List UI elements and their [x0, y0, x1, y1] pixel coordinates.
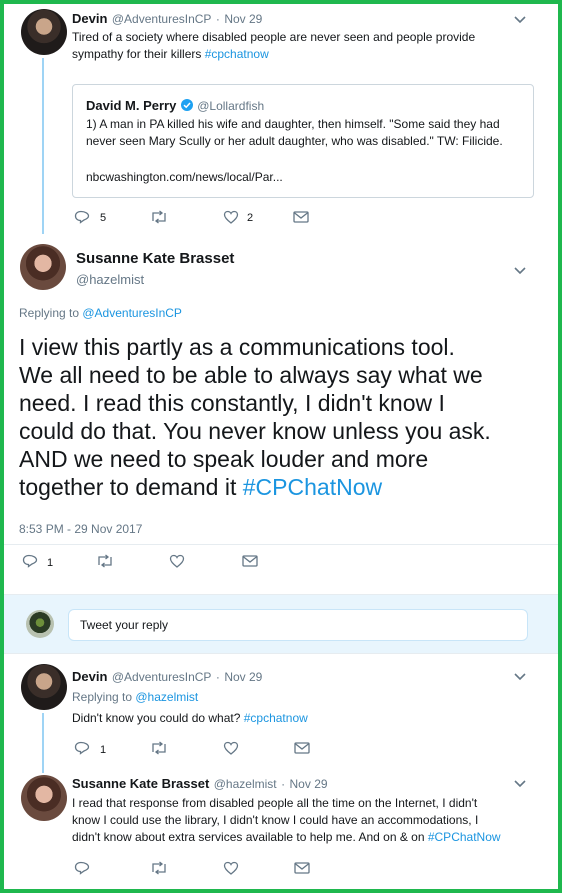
direct-message-icon[interactable] [294, 742, 310, 754]
tweet-header: Devin @AdventuresInCP · Nov 29 [72, 668, 262, 686]
tweet-date[interactable]: Nov 29 [224, 670, 262, 684]
tweet-reply-input[interactable]: Tweet your reply [68, 609, 528, 641]
reply-icon[interactable] [74, 741, 90, 755]
like-icon[interactable] [223, 741, 239, 755]
direct-message-icon[interactable] [242, 555, 258, 567]
replying-to-link[interactable]: @hazelmist [135, 690, 198, 704]
tweet-thread: Devin @AdventuresInCP · Nov 29 Tired of … [4, 4, 558, 889]
chevron-down-icon[interactable] [513, 266, 527, 276]
hashtag-link[interactable]: #CPChatNow [243, 474, 382, 500]
main-text-line: We all need to be able to always say wha… [19, 362, 483, 388]
retweet-icon[interactable] [150, 741, 168, 755]
like-icon[interactable] [223, 861, 239, 875]
reply-count: 1 [47, 557, 54, 569]
dot-separator: · [215, 12, 220, 26]
tweet-text-line: sympathy for their killers #cpchatnow [72, 46, 542, 63]
tweet-text-line: didn't know about extra services availab… [72, 829, 547, 846]
dot-separator: · [215, 670, 220, 684]
chevron-down-icon[interactable] [513, 672, 527, 682]
reply-compose-area: Tweet your reply [4, 594, 558, 654]
replying-to-link[interactable]: @AdventuresInCP [82, 306, 182, 320]
tweet-header: Susanne Kate Brasset @hazelmist · Nov 29 [72, 775, 328, 793]
main-text-line: I view this partly as a communications t… [19, 334, 455, 360]
quoted-header: David M. Perry @Lollardfish [86, 97, 264, 115]
main-author-name[interactable]: Susanne Kate Brasset [76, 250, 234, 267]
avatar[interactable] [21, 9, 67, 55]
like-icon[interactable] [169, 554, 185, 568]
reply-icon[interactable] [74, 210, 90, 224]
tweet-text-line: Tired of a society where disabled people… [72, 30, 476, 44]
tweet-text-line: know I could use the library, I didn't k… [72, 813, 479, 827]
thread-line [42, 58, 44, 234]
avatar[interactable] [21, 775, 67, 821]
tweet-text-line: I read that response from disabled peopl… [72, 796, 478, 810]
author-name[interactable]: Susanne Kate Brasset [72, 776, 209, 791]
author-name[interactable]: Devin [72, 11, 107, 26]
quoted-link[interactable]: nbcwashington.com/news/local/Par... [86, 169, 283, 186]
main-text-line: need. I read this constantly, I didn't k… [19, 390, 445, 416]
quoted-text-line: 1) A man in PA killed his wife and daugh… [86, 117, 500, 131]
replying-to: Replying to @hazelmist [72, 690, 198, 704]
verified-badge-icon [180, 99, 193, 111]
main-tweet-text: I view this partly as a communications t… [19, 333, 551, 501]
avatar [26, 610, 54, 638]
dot-separator: · [281, 777, 286, 791]
avatar[interactable] [20, 244, 66, 290]
divider [4, 544, 558, 545]
tweet-timestamp[interactable]: 8:53 PM - 29 Nov 2017 [19, 522, 142, 536]
hashtag-link[interactable]: #cpchatnow [244, 711, 308, 725]
chevron-down-icon[interactable] [513, 779, 527, 789]
reply-count: 5 [100, 212, 107, 224]
quoted-text-line: never seen Mary Scully or her adult daug… [86, 134, 503, 148]
tweet-text: Tired of a society where disabled people… [72, 29, 542, 63]
main-author-handle[interactable]: @hazelmist [76, 272, 144, 287]
author-handle[interactable]: @AdventuresInCP [112, 670, 212, 684]
retweet-icon[interactable] [96, 554, 114, 568]
direct-message-icon[interactable] [294, 862, 310, 874]
quoted-tweet-card[interactable]: David M. Perry @Lollardfish 1) A man in … [72, 84, 534, 198]
tweet-text-fragment: Didn't know you could do what? [72, 711, 244, 725]
author-handle[interactable]: @AdventuresInCP [112, 12, 212, 26]
quoted-text: 1) A man in PA killed his wife and daugh… [86, 116, 526, 150]
replying-to-prefix: Replying to [19, 306, 83, 320]
tweet-text-fragment: sympathy for their killers [72, 47, 205, 61]
tweet-text: I read that response from disabled peopl… [72, 795, 547, 846]
tweet-date[interactable]: Nov 29 [224, 12, 262, 26]
like-count: 2 [247, 212, 254, 224]
author-name[interactable]: Devin [72, 669, 107, 684]
reply-count: 1 [100, 744, 107, 756]
tweet-text: Didn't know you could do what? #cpchatno… [72, 710, 308, 727]
main-text-line: could do that. You never know unless you… [19, 418, 491, 444]
quoted-author-name: David M. Perry [86, 98, 177, 113]
quoted-author-handle: @Lollardfish [197, 99, 265, 113]
thread-line [42, 713, 44, 773]
author-handle[interactable]: @hazelmist [214, 777, 277, 791]
avatar[interactable] [21, 664, 67, 710]
hashtag-link[interactable]: #cpchatnow [205, 47, 269, 61]
direct-message-icon[interactable] [293, 211, 309, 223]
retweet-icon[interactable] [150, 861, 168, 875]
hashtag-link[interactable]: #CPChatNow [428, 830, 501, 844]
main-text-fragment: together to demand it [19, 474, 243, 500]
main-text-line: together to demand it #CPChatNow [19, 473, 551, 501]
reply-icon[interactable] [74, 861, 90, 875]
retweet-icon[interactable] [150, 210, 168, 224]
reply-icon[interactable] [22, 554, 38, 568]
chevron-down-icon[interactable] [513, 15, 527, 25]
tweet-text-fragment: didn't know about extra services availab… [72, 830, 428, 844]
tweet-date[interactable]: Nov 29 [290, 777, 328, 791]
replying-to: Replying to @AdventuresInCP [19, 306, 182, 320]
tweet-header: Devin @AdventuresInCP · Nov 29 [72, 10, 262, 28]
like-icon[interactable] [223, 210, 239, 224]
main-text-line: AND we need to speak louder and more [19, 446, 429, 472]
replying-to-prefix: Replying to [72, 690, 136, 704]
